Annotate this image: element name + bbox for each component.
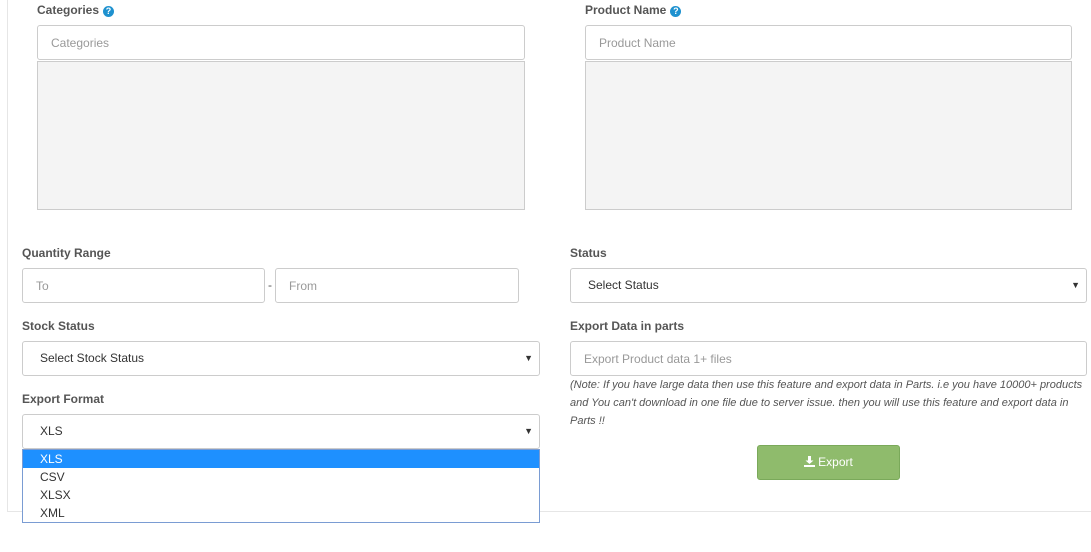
export-format-option[interactable]: XLS [23,450,539,468]
status-selected-value: Select Status [588,278,659,292]
export-format-option[interactable]: XML [23,504,539,522]
export-button-label: Export [818,455,853,469]
export-parts-input[interactable] [570,341,1087,376]
categories-list[interactable] [37,61,525,210]
status-select[interactable]: Select Status ▼ [570,268,1087,303]
categories-input[interactable] [37,25,525,60]
categories-label-text: Categories [37,3,100,17]
quantity-range-label: Quantity Range [22,246,111,260]
product-name-input[interactable] [585,25,1072,60]
caret-down-icon: ▼ [524,353,533,363]
quantity-to-input[interactable] [22,268,265,303]
export-parts-label: Export Data in parts [570,319,685,333]
stock-status-select[interactable]: Select Stock Status ▼ [22,341,540,376]
range-separator: - [268,278,272,292]
help-icon[interactable]: ? [670,6,682,17]
stock-status-selected-value: Select Stock Status [40,351,145,365]
download-icon [804,447,816,480]
export-parts-note: (Note: If you have large data then use t… [570,379,1083,427]
categories-label: Categories? [37,3,115,17]
caret-down-icon: ▼ [524,426,533,436]
product-name-list[interactable] [585,61,1072,210]
export-format-label: Export Format [22,392,105,406]
export-format-option[interactable]: XLSX [23,486,539,504]
export-format-select[interactable]: XLS ▼ [22,414,540,449]
caret-down-icon: ▼ [1071,280,1080,290]
stock-status-label: Stock Status [22,319,95,333]
export-format-option[interactable]: CSV [23,468,539,486]
quantity-from-input[interactable] [275,268,519,303]
help-icon[interactable]: ? [103,6,115,17]
product-name-label: Product Name? [585,3,682,17]
status-label: Status [570,246,607,260]
export-button[interactable]: Export [757,445,900,480]
product-name-label-text: Product Name [585,3,667,17]
export-format-dropdown: XLS CSV XLSX XML [22,449,540,523]
export-format-selected-value: XLS [40,424,63,438]
